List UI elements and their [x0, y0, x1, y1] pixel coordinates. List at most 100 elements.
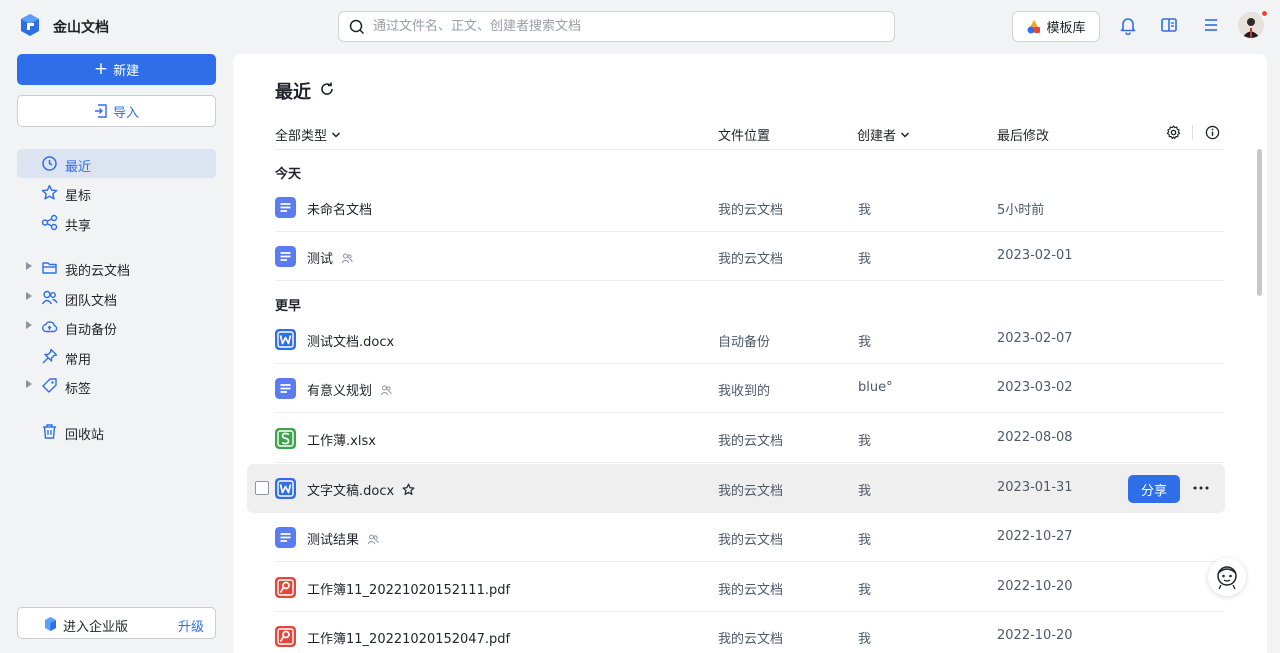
file-name[interactable]: 测试结果 [307, 529, 379, 548]
scrollbar[interactable] [1257, 149, 1262, 296]
sidebar-item-starred[interactable]: 星标 [17, 178, 216, 207]
import-icon [94, 104, 107, 118]
enterprise-icon [45, 617, 56, 631]
file-name[interactable]: 测试文档.docx [307, 331, 394, 350]
tag-icon [42, 378, 57, 393]
sidebar-item-frequent[interactable]: 常用 [17, 342, 216, 371]
creator-filter-dropdown[interactable]: 创建者 [857, 125, 910, 144]
file-modified: 2023-02-01 [997, 248, 1073, 263]
sidebar-item-label: 标签 [65, 382, 92, 397]
app-logo-icon[interactable] [18, 13, 42, 37]
settings-gear-icon[interactable] [1166, 125, 1181, 140]
file-location: 我的云文档 [718, 434, 784, 449]
assistant-helper-icon[interactable] [1208, 558, 1246, 596]
new-label: 新建 [113, 64, 140, 79]
page-title: 最近 [275, 82, 311, 103]
file-modified: 5小时前 [997, 203, 1045, 218]
sidebar-item-label: 自动备份 [65, 323, 118, 338]
avatar[interactable] [1238, 12, 1264, 38]
file-name[interactable]: 工作薄.xlsx [307, 430, 376, 449]
expand-arrow-icon[interactable] [26, 262, 32, 270]
team-icon [41, 290, 58, 305]
notification-bell-icon[interactable] [1117, 14, 1139, 36]
refresh-icon[interactable] [319, 81, 335, 97]
side-panel-icon[interactable] [1158, 14, 1180, 36]
row-divider [275, 280, 1224, 281]
file-row[interactable]: 工作簿11_20221020152047.pdf 我的云文档 我 2022-10… [247, 612, 1225, 653]
file-name-text: 工作薄.xlsx [307, 434, 376, 449]
new-button[interactable]: + 新建 [17, 54, 216, 85]
menu-icon[interactable] [1200, 14, 1222, 36]
column-header-modified[interactable]: 最后修改 [997, 125, 1049, 144]
file-name[interactable]: 工作簿11_20221020152047.pdf [307, 628, 510, 647]
file-location: 我的云文档 [718, 252, 784, 267]
sidebar-item-label: 星标 [65, 189, 92, 204]
file-row[interactable]: 文字文稿.docx 我的云文档 我 2023-01-31 分享 [247, 464, 1225, 513]
shared-users-icon [367, 534, 379, 544]
file-name-text: 未命名文档 [307, 203, 373, 218]
file-modified: 2023-01-31 [997, 480, 1073, 495]
sidebar-item-shared[interactable]: 共享 [17, 208, 216, 237]
enterprise-entry[interactable]: 进入企业版 升级 [17, 607, 216, 639]
file-row[interactable]: 测试文档.docx 自动备份 我 2023-02-07 [247, 315, 1225, 364]
file-name[interactable]: 有意义规划 [307, 380, 392, 399]
file-name[interactable]: 测试 [307, 248, 353, 267]
top-bar: 金山文档 模板库 [0, 0, 1280, 52]
file-creator: 我 [858, 434, 872, 449]
shared-users-icon [380, 385, 392, 395]
expand-arrow-icon[interactable] [26, 380, 32, 388]
file-name-text: 测试文档.docx [307, 335, 395, 350]
search-input[interactable] [373, 19, 873, 34]
file-name[interactable]: 文字文稿.docx [307, 480, 415, 499]
file-modified: 2022-10-20 [997, 579, 1073, 594]
sidebar-item-recent[interactable]: 最近 [17, 149, 216, 178]
file-location: 自动备份 [718, 335, 771, 350]
sidebar-item-trash[interactable]: 回收站 [17, 417, 216, 446]
column-header-modified-label: 最后修改 [997, 129, 1050, 144]
expand-arrow-icon[interactable] [26, 292, 32, 300]
sidebar-item-team-docs[interactable]: 团队文档 [17, 283, 216, 312]
upgrade-link[interactable]: 升级 [178, 616, 204, 635]
row-checkbox[interactable] [255, 481, 269, 495]
file-row[interactable]: 有意义规划 我收到的 blue° 2023-03-02 [247, 364, 1225, 413]
file-row[interactable]: 工作薄.xlsx 我的云文档 我 2022-08-08 [247, 414, 1225, 463]
column-header-type: 全部类型 [275, 129, 328, 144]
app-title[interactable]: 金山文档 [53, 17, 109, 37]
file-creator: 我 [858, 335, 872, 350]
file-creator: 我 [858, 252, 872, 267]
info-icon[interactable] [1205, 125, 1220, 140]
file-creator: 我 [858, 583, 872, 598]
plus-icon: + [93, 59, 109, 79]
pdf-file-icon [275, 577, 296, 598]
type-filter-dropdown[interactable]: 全部类型 [275, 125, 341, 144]
sidebar-item-my-cloud-docs[interactable]: 我的云文档 [17, 253, 216, 282]
file-name-text: 文字文稿.docx [307, 484, 395, 499]
file-location: 我的云文档 [718, 533, 784, 548]
file-row[interactable]: 工作簿11_20221020152111.pdf 我的云文档 我 2022-10… [247, 563, 1225, 612]
column-header-creator: 创建者 [857, 129, 897, 144]
group-header-today: 今天 [275, 167, 302, 182]
file-modified: 2022-08-08 [997, 430, 1073, 445]
expand-arrow-icon[interactable] [26, 321, 32, 329]
sidebar-item-tags[interactable]: 标签 [17, 371, 216, 400]
sidebar-item-label: 常用 [65, 353, 92, 368]
file-modified: 2023-03-02 [997, 380, 1073, 395]
import-button[interactable]: 导入 [17, 95, 216, 127]
sidebar-item-auto-backup[interactable]: 自动备份 [17, 312, 216, 341]
file-name[interactable]: 未命名文档 [307, 199, 372, 218]
share-button[interactable]: 分享 [1128, 475, 1180, 503]
folder-icon [42, 262, 57, 274]
star-outline-icon[interactable] [402, 483, 415, 496]
sidebar-item-label: 共享 [65, 219, 92, 234]
row-divider [275, 561, 1224, 562]
file-row[interactable]: 未命名文档 我的云文档 我 5小时前 [247, 183, 1225, 232]
file-row[interactable]: 测试结果 我的云文档 我 2022-10-27 [247, 513, 1225, 562]
search-box[interactable] [338, 11, 895, 42]
file-creator: 我 [858, 484, 872, 499]
file-creator: blue° [858, 380, 893, 395]
more-options-icon[interactable] [1192, 478, 1210, 498]
file-name[interactable]: 工作簿11_20221020152111.pdf [307, 579, 510, 598]
template-library-button[interactable]: 模板库 [1012, 11, 1100, 42]
file-row[interactable]: 测试 我的云文档 我 2023-02-01 [247, 232, 1225, 281]
import-label: 导入 [112, 105, 139, 121]
